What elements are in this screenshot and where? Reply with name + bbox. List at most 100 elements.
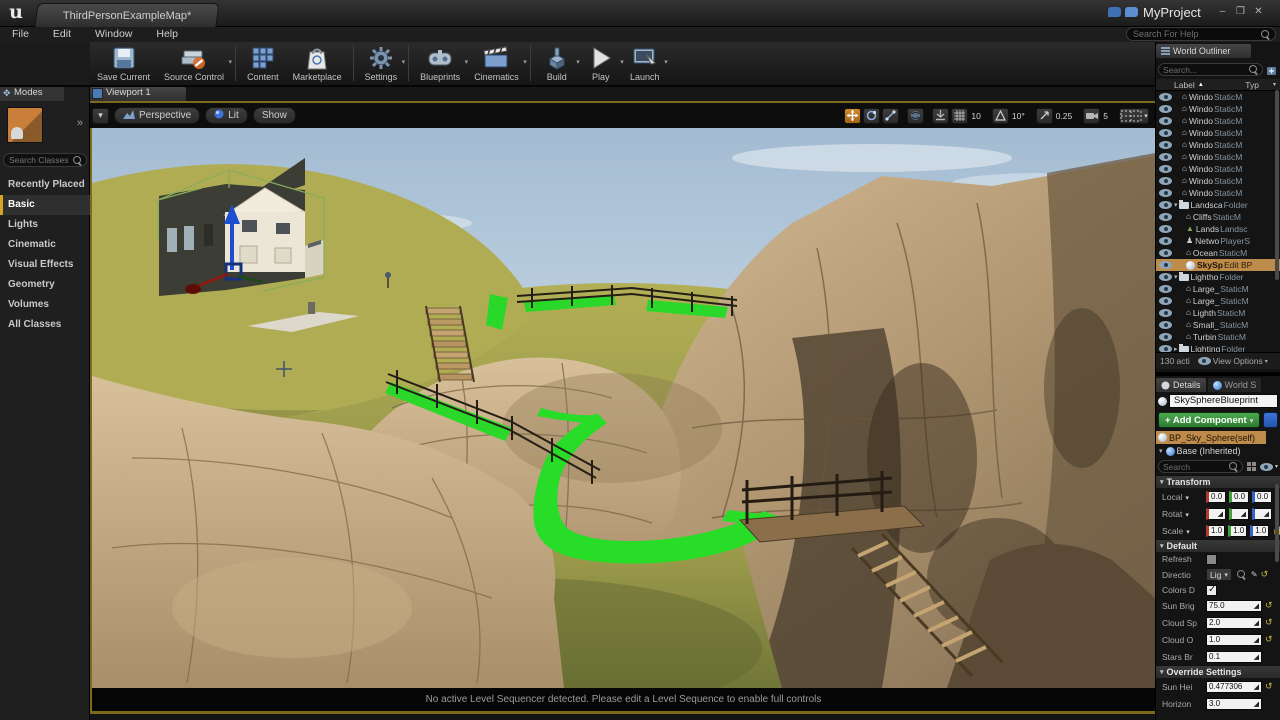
show-menu-button[interactable]: Show xyxy=(253,107,296,124)
grid-snap-button[interactable] xyxy=(951,108,968,124)
perspective-button[interactable]: Perspective xyxy=(114,107,200,124)
scale-tool-button[interactable] xyxy=(882,108,899,124)
outliner-row[interactable]: ⌂WindoStaticM xyxy=(1156,91,1280,103)
visibility-eye-icon[interactable] xyxy=(1159,153,1172,161)
filter-icon[interactable] xyxy=(1246,461,1257,472)
visibility-eye-icon[interactable] xyxy=(1159,285,1172,293)
component-base-row[interactable]: ▾ Base (Inherited) xyxy=(1156,444,1280,458)
component-row-selected[interactable]: BP_Sky_Sphere(self) xyxy=(1156,431,1266,444)
outliner-row[interactable]: ⌂WindoStaticM xyxy=(1156,163,1280,175)
level-tab[interactable]: ThirdPersonExampleMap* xyxy=(34,3,219,27)
modes-search-input[interactable]: Search Classes xyxy=(3,153,87,167)
build-button[interactable]: Build ▾ xyxy=(535,42,579,87)
rotation-y-field[interactable]: ◢ xyxy=(1229,508,1249,520)
scale-y-field[interactable]: 1.0 xyxy=(1228,525,1247,537)
column-type[interactable]: Typ xyxy=(1245,80,1259,90)
outliner-row[interactable]: ⌂OceanStaticM xyxy=(1156,247,1280,259)
reset-arrow-icon[interactable]: ↺ xyxy=(1265,681,1273,692)
content-button[interactable]: Content xyxy=(240,42,286,87)
mode-item-volumes[interactable]: Volumes xyxy=(0,295,90,315)
column-label[interactable]: Label xyxy=(1174,80,1195,90)
stars-brightness-field[interactable]: 0.1◢ xyxy=(1206,651,1262,663)
location-y-field[interactable]: 0.0 xyxy=(1229,491,1249,503)
maximize-button[interactable]: ❐ xyxy=(1232,4,1249,19)
camera-speed-button[interactable] xyxy=(1083,108,1100,124)
outliner-row[interactable]: ⌂WindoStaticM xyxy=(1156,139,1280,151)
scale-z-field[interactable]: 1.0 xyxy=(1250,525,1269,537)
outliner-folder-row[interactable]: ▾LandscaFolder xyxy=(1156,199,1280,211)
menu-window[interactable]: Window xyxy=(83,27,144,40)
modes-tab[interactable]: Modes xyxy=(0,87,64,101)
cloud-speed-field[interactable]: 2.0◢ xyxy=(1206,617,1262,629)
expand-arrow-icon[interactable]: ▾ xyxy=(1159,447,1163,455)
actor-name-field[interactable]: SkySphereBlueprint xyxy=(1169,394,1278,408)
rotation-label[interactable]: Rotat xyxy=(1162,509,1206,519)
cinematics-button[interactable]: Cinematics ▾ xyxy=(467,42,526,87)
rotation-x-field[interactable]: ◢ xyxy=(1206,508,1226,520)
rotation-snap-value[interactable]: 10° xyxy=(1009,111,1028,121)
colors-checkbox[interactable] xyxy=(1206,585,1217,596)
outliner-row-selected[interactable]: SkySpEdit BP xyxy=(1156,259,1280,271)
save-current-button[interactable]: Save Current xyxy=(90,42,157,87)
settings-button[interactable]: Settings ▾ xyxy=(358,42,405,87)
details-scrollbar[interactable] xyxy=(1275,484,1279,562)
scale-snap-button[interactable] xyxy=(1036,108,1053,124)
reset-arrow-icon[interactable]: ↺ xyxy=(1265,600,1273,611)
visibility-eye-icon[interactable] xyxy=(1159,129,1172,137)
launch-button[interactable]: Launch ▾ xyxy=(623,42,667,87)
world-settings-tab[interactable]: World S xyxy=(1208,378,1262,392)
visibility-eye-icon[interactable] xyxy=(1159,141,1172,149)
location-z-field[interactable]: 0.0 xyxy=(1252,491,1272,503)
reset-arrow-icon[interactable]: ↺ xyxy=(1265,617,1273,628)
directional-light-dropdown[interactable]: Lig xyxy=(1206,568,1232,581)
rotate-tool-button[interactable] xyxy=(863,108,880,124)
mode-item-visual-effects[interactable]: Visual Effects xyxy=(0,255,90,275)
chat-icon[interactable] xyxy=(1125,7,1138,17)
outliner-row[interactable]: ⌂Small_StaticM xyxy=(1156,319,1280,331)
details-search-input[interactable]: Search xyxy=(1158,460,1243,473)
override-settings-header[interactable]: Override Settings xyxy=(1156,665,1280,678)
outliner-row[interactable]: ▲LandsLandsc xyxy=(1156,223,1280,235)
rotation-snap-button[interactable] xyxy=(992,108,1009,124)
mode-item-all-classes[interactable]: All Classes xyxy=(0,315,90,335)
outliner-row[interactable]: ♟NetwoPlayerS xyxy=(1156,235,1280,247)
transform-section-header[interactable]: Transform xyxy=(1156,475,1280,488)
location-x-field[interactable]: 0.0 xyxy=(1206,491,1226,503)
outliner-folder-row[interactable]: ▾LighthoFolder xyxy=(1156,271,1280,283)
chevron-down-icon[interactable]: ▾ xyxy=(229,58,233,66)
location-label[interactable]: Local xyxy=(1162,492,1206,502)
visibility-eye-icon[interactable] xyxy=(1159,213,1172,221)
chevron-down-icon[interactable]: ▾ xyxy=(402,58,406,66)
display-filter-eye-icon[interactable] xyxy=(1260,463,1273,471)
outliner-column-headers[interactable]: Label ▲ Typ ▾ xyxy=(1156,79,1280,91)
viewport-3d-scene[interactable] xyxy=(90,128,1155,688)
add-actor-icon[interactable] xyxy=(1265,64,1278,76)
outliner-row[interactable]: ⌂WindoStaticM xyxy=(1156,175,1280,187)
mode-item-basic[interactable]: Basic xyxy=(0,195,90,215)
world-outliner-tab[interactable]: World Outliner xyxy=(1156,44,1251,58)
visibility-eye-icon[interactable] xyxy=(1159,201,1172,209)
visibility-eye-icon[interactable] xyxy=(1159,189,1172,197)
visibility-eye-icon[interactable] xyxy=(1159,309,1172,317)
help-search-input[interactable]: Search For Help xyxy=(1126,27,1276,41)
sun-brightness-field[interactable]: 75.0◢ xyxy=(1206,600,1262,612)
grid-snap-value[interactable]: 10 xyxy=(968,111,983,121)
viewport-options-dropdown[interactable]: ▾ xyxy=(92,108,109,124)
marketplace-button[interactable]: Marketplace xyxy=(286,42,349,87)
visibility-eye-icon[interactable] xyxy=(1159,93,1172,101)
world-coordinate-button[interactable] xyxy=(907,108,924,124)
refresh-checkbox[interactable] xyxy=(1206,554,1217,565)
lit-mode-button[interactable]: Lit xyxy=(205,107,248,124)
camera-speed-value[interactable]: 5 xyxy=(1100,111,1111,121)
scale-snap-value[interactable]: 0.25 xyxy=(1053,111,1076,121)
minimize-button[interactable]: – xyxy=(1214,4,1231,19)
outliner-row[interactable]: ⌂WindoStaticM xyxy=(1156,103,1280,115)
visibility-eye-icon[interactable] xyxy=(1159,177,1172,185)
visibility-eye-icon[interactable] xyxy=(1159,249,1172,257)
close-button[interactable]: ✕ xyxy=(1250,4,1267,19)
sun-height-field[interactable]: 0.477306◢ xyxy=(1206,681,1262,693)
play-button[interactable]: Play ▾ xyxy=(579,42,623,87)
visibility-eye-icon[interactable] xyxy=(1159,225,1172,233)
type-filter-icon[interactable]: ▾ xyxy=(1273,81,1276,88)
outliner-row[interactable]: ⌂CliffsStaticM xyxy=(1156,211,1280,223)
